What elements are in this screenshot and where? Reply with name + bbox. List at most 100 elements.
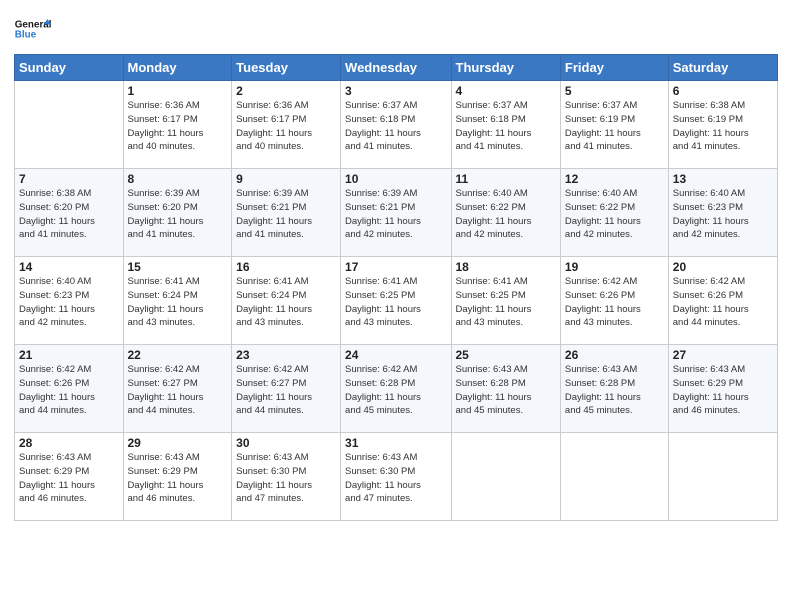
- weekday-header-friday: Friday: [560, 55, 668, 81]
- day-info: Sunrise: 6:42 AMSunset: 6:27 PMDaylight:…: [128, 363, 228, 418]
- day-info: Sunrise: 6:43 AMSunset: 6:30 PMDaylight:…: [236, 451, 336, 506]
- day-number: 8: [128, 172, 228, 186]
- day-info: Sunrise: 6:37 AMSunset: 6:18 PMDaylight:…: [345, 99, 446, 154]
- logo-area: General Blue: [14, 10, 54, 48]
- day-info: Sunrise: 6:42 AMSunset: 6:28 PMDaylight:…: [345, 363, 446, 418]
- day-number: 17: [345, 260, 446, 274]
- day-info: Sunrise: 6:39 AMSunset: 6:21 PMDaylight:…: [236, 187, 336, 242]
- calendar-cell: 4Sunrise: 6:37 AMSunset: 6:18 PMDaylight…: [451, 81, 560, 169]
- calendar-cell: [668, 433, 777, 521]
- calendar-cell: 10Sunrise: 6:39 AMSunset: 6:21 PMDayligh…: [341, 169, 451, 257]
- day-number: 11: [456, 172, 556, 186]
- calendar-cell: 27Sunrise: 6:43 AMSunset: 6:29 PMDayligh…: [668, 345, 777, 433]
- calendar-cell: 2Sunrise: 6:36 AMSunset: 6:17 PMDaylight…: [232, 81, 341, 169]
- day-info: Sunrise: 6:43 AMSunset: 6:28 PMDaylight:…: [456, 363, 556, 418]
- day-info: Sunrise: 6:38 AMSunset: 6:20 PMDaylight:…: [19, 187, 119, 242]
- day-number: 30: [236, 436, 336, 450]
- day-number: 1: [128, 84, 228, 98]
- svg-text:Blue: Blue: [15, 29, 37, 40]
- day-info: Sunrise: 6:40 AMSunset: 6:23 PMDaylight:…: [673, 187, 773, 242]
- day-number: 27: [673, 348, 773, 362]
- day-info: Sunrise: 6:40 AMSunset: 6:22 PMDaylight:…: [565, 187, 664, 242]
- calendar-cell: 22Sunrise: 6:42 AMSunset: 6:27 PMDayligh…: [123, 345, 232, 433]
- calendar-cell: 19Sunrise: 6:42 AMSunset: 6:26 PMDayligh…: [560, 257, 668, 345]
- day-info: Sunrise: 6:40 AMSunset: 6:23 PMDaylight:…: [19, 275, 119, 330]
- day-info: Sunrise: 6:42 AMSunset: 6:26 PMDaylight:…: [565, 275, 664, 330]
- day-number: 20: [673, 260, 773, 274]
- weekday-header-sunday: Sunday: [15, 55, 124, 81]
- day-number: 31: [345, 436, 446, 450]
- day-number: 14: [19, 260, 119, 274]
- calendar-cell: 6Sunrise: 6:38 AMSunset: 6:19 PMDaylight…: [668, 81, 777, 169]
- day-info: Sunrise: 6:43 AMSunset: 6:29 PMDaylight:…: [128, 451, 228, 506]
- calendar-cell: 18Sunrise: 6:41 AMSunset: 6:25 PMDayligh…: [451, 257, 560, 345]
- weekday-header-tuesday: Tuesday: [232, 55, 341, 81]
- day-info: Sunrise: 6:38 AMSunset: 6:19 PMDaylight:…: [673, 99, 773, 154]
- calendar-cell: 1Sunrise: 6:36 AMSunset: 6:17 PMDaylight…: [123, 81, 232, 169]
- calendar-cell: 31Sunrise: 6:43 AMSunset: 6:30 PMDayligh…: [341, 433, 451, 521]
- day-number: 4: [456, 84, 556, 98]
- calendar-cell: 14Sunrise: 6:40 AMSunset: 6:23 PMDayligh…: [15, 257, 124, 345]
- calendar-cell: 12Sunrise: 6:40 AMSunset: 6:22 PMDayligh…: [560, 169, 668, 257]
- day-info: Sunrise: 6:36 AMSunset: 6:17 PMDaylight:…: [236, 99, 336, 154]
- calendar-cell: 9Sunrise: 6:39 AMSunset: 6:21 PMDaylight…: [232, 169, 341, 257]
- weekday-row: SundayMondayTuesdayWednesdayThursdayFrid…: [15, 55, 778, 81]
- calendar-cell: 30Sunrise: 6:43 AMSunset: 6:30 PMDayligh…: [232, 433, 341, 521]
- day-info: Sunrise: 6:41 AMSunset: 6:25 PMDaylight:…: [345, 275, 446, 330]
- day-info: Sunrise: 6:43 AMSunset: 6:28 PMDaylight:…: [565, 363, 664, 418]
- day-number: 5: [565, 84, 664, 98]
- logo: General Blue: [14, 10, 54, 48]
- day-info: Sunrise: 6:43 AMSunset: 6:30 PMDaylight:…: [345, 451, 446, 506]
- day-number: 2: [236, 84, 336, 98]
- calendar-cell: 17Sunrise: 6:41 AMSunset: 6:25 PMDayligh…: [341, 257, 451, 345]
- day-info: Sunrise: 6:37 AMSunset: 6:18 PMDaylight:…: [456, 99, 556, 154]
- calendar-cell: 20Sunrise: 6:42 AMSunset: 6:26 PMDayligh…: [668, 257, 777, 345]
- day-info: Sunrise: 6:37 AMSunset: 6:19 PMDaylight:…: [565, 99, 664, 154]
- day-info: Sunrise: 6:42 AMSunset: 6:26 PMDaylight:…: [673, 275, 773, 330]
- calendar-cell: 28Sunrise: 6:43 AMSunset: 6:29 PMDayligh…: [15, 433, 124, 521]
- calendar-cell: 8Sunrise: 6:39 AMSunset: 6:20 PMDaylight…: [123, 169, 232, 257]
- calendar-week-1: 1 Sunrise: 6:36 AMSunset: 6:17 PMDaylight…: [15, 81, 778, 169]
- calendar-cell: 25Sunrise: 6:43 AMSunset: 6:28 PMDayligh…: [451, 345, 560, 433]
- calendar-week-3: 14Sunrise: 6:40 AMSunset: 6:23 PMDayligh…: [15, 257, 778, 345]
- day-number: 23: [236, 348, 336, 362]
- calendar-cell: 26Sunrise: 6:43 AMSunset: 6:28 PMDayligh…: [560, 345, 668, 433]
- day-number: 3: [345, 84, 446, 98]
- calendar: SundayMondayTuesdayWednesdayThursdayFrid…: [14, 54, 778, 521]
- day-number: 15: [128, 260, 228, 274]
- day-info: Sunrise: 6:43 AMSunset: 6:29 PMDaylight:…: [19, 451, 119, 506]
- day-number: 29: [128, 436, 228, 450]
- calendar-header: SundayMondayTuesdayWednesdayThursdayFrid…: [15, 55, 778, 81]
- day-number: 18: [456, 260, 556, 274]
- weekday-header-thursday: Thursday: [451, 55, 560, 81]
- day-number: 26: [565, 348, 664, 362]
- day-number: 24: [345, 348, 446, 362]
- calendar-cell: 23Sunrise: 6:42 AMSunset: 6:27 PMDayligh…: [232, 345, 341, 433]
- calendar-week-5: 28Sunrise: 6:43 AMSunset: 6:29 PMDayligh…: [15, 433, 778, 521]
- weekday-header-saturday: Saturday: [668, 55, 777, 81]
- day-number: 16: [236, 260, 336, 274]
- day-number: 13: [673, 172, 773, 186]
- calendar-cell: 15Sunrise: 6:41 AMSunset: 6:24 PMDayligh…: [123, 257, 232, 345]
- calendar-cell: 16Sunrise: 6:41 AMSunset: 6:24 PMDayligh…: [232, 257, 341, 345]
- calendar-cell: 3Sunrise: 6:37 AMSunset: 6:18 PMDaylight…: [341, 81, 451, 169]
- day-number: 12: [565, 172, 664, 186]
- calendar-cell: 7Sunrise: 6:38 AMSunset: 6:20 PMDaylight…: [15, 169, 124, 257]
- calendar-cell: 24Sunrise: 6:42 AMSunset: 6:28 PMDayligh…: [341, 345, 451, 433]
- weekday-header-wednesday: Wednesday: [341, 55, 451, 81]
- calendar-cell: 13Sunrise: 6:40 AMSunset: 6:23 PMDayligh…: [668, 169, 777, 257]
- day-number: 19: [565, 260, 664, 274]
- day-info: Sunrise: 6:42 AMSunset: 6:27 PMDaylight:…: [236, 363, 336, 418]
- day-info: Sunrise: 6:41 AMSunset: 6:24 PMDaylight:…: [128, 275, 228, 330]
- page: General Blue SundayMondayTuesdayWednesda…: [0, 0, 792, 612]
- day-number: 25: [456, 348, 556, 362]
- calendar-body: 1 Sunrise: 6:36 AMSunset: 6:17 PMDaylight…: [15, 81, 778, 521]
- calendar-cell: 5Sunrise: 6:37 AMSunset: 6:19 PMDaylight…: [560, 81, 668, 169]
- calendar-cell: 11Sunrise: 6:40 AMSunset: 6:22 PMDayligh…: [451, 169, 560, 257]
- day-number: 22: [128, 348, 228, 362]
- calendar-cell: [451, 433, 560, 521]
- calendar-cell: 21Sunrise: 6:42 AMSunset: 6:26 PMDayligh…: [15, 345, 124, 433]
- day-info: Sunrise: 6:39 AMSunset: 6:20 PMDaylight:…: [128, 187, 228, 242]
- day-number: 9: [236, 172, 336, 186]
- weekday-header-monday: Monday: [123, 55, 232, 81]
